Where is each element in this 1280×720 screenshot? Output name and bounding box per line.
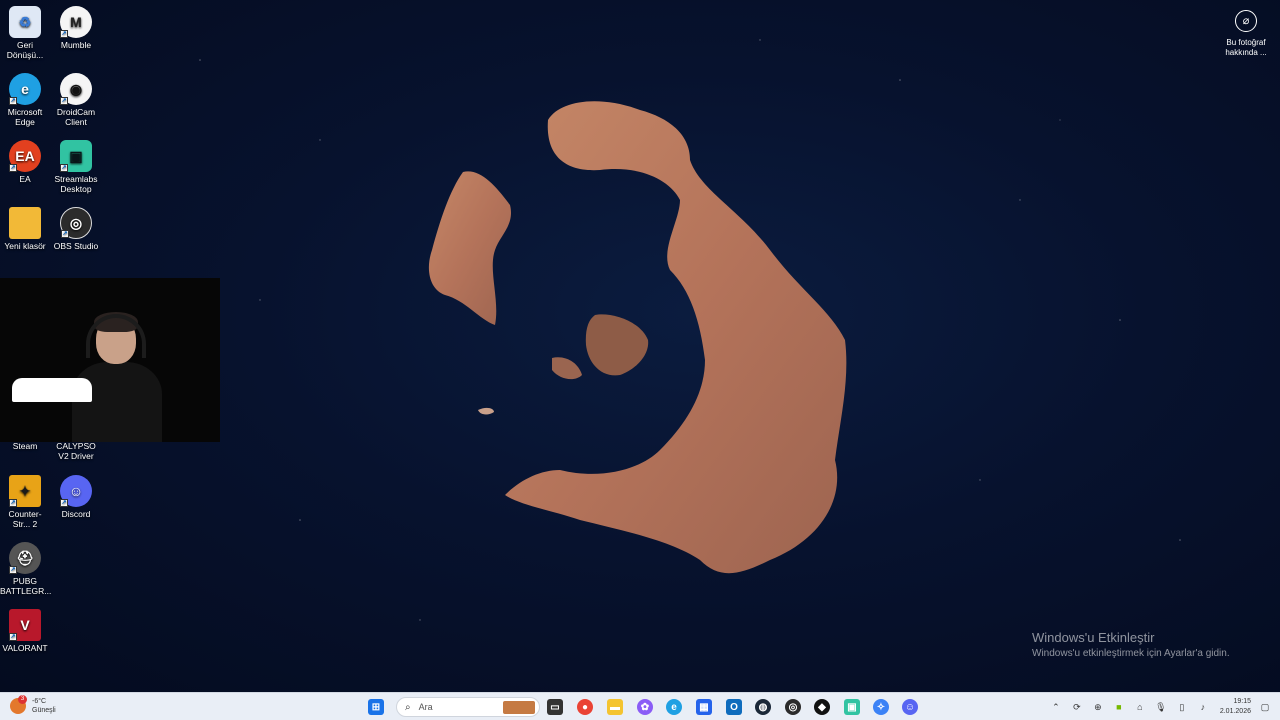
phone-icon[interactable]: ▯ [1175,700,1189,714]
about-photo-label: Bu fotoğraf hakkında ... [1225,38,1267,57]
desktop-icon-label: Mumble [60,40,92,50]
webcam-person-body [72,362,162,442]
sync-icon[interactable]: ⟳ [1070,700,1084,714]
desktop-icon-label: Yeni klasör [4,241,46,251]
desktop-icon-steam[interactable]: Steam [0,441,50,451]
chevron-up-icon[interactable]: ⌃ [1049,700,1063,714]
nvidia-icon[interactable]: ■ [1112,700,1126,714]
shortcut-arrow-icon: ↗ [9,97,17,105]
task-view-icon[interactable]: ▭ [547,699,563,715]
desktop-icon-label: Counter-Str... 2 [8,509,42,529]
desktop-icon-ea[interactable]: EA ↗ EA [0,140,50,184]
droidcam-icon: ◉ ↗ [60,73,92,105]
notification-badge: 3 [18,695,27,704]
watermark-title: Windows'u Etkinleştir [1032,630,1155,645]
desktop-icon-label: Streamlabs Desktop [54,174,98,194]
desktop-icon-valorant[interactable]: V ↗ VALORANT [0,609,50,653]
camera-info-icon: ⌀ [1235,10,1257,32]
pubg-icon: ⛑ ↗ [9,542,41,574]
search-highlight-image [503,701,535,714]
app-blue-icon[interactable]: ✧ [873,699,889,715]
desktop-icon-microsoft-edge[interactable]: e ↗ Microsoft Edge [0,73,50,127]
watermark-subtitle: Windows'u etkinleştirmek için Ayarlar'a … [1032,648,1230,659]
desktop-icon-label: Microsoft Edge [7,107,43,127]
desktop-icon-label: EA [19,174,31,184]
taskbar: 3 -6°C Güneşli ⊞ ⌕ Ara ▭ ● ▬ ✿ e ▦ O ◍ ◎… [0,692,1280,720]
app-tray-icon[interactable]: ⌂ [1133,700,1147,714]
obs-icon: ◎ ↗ [60,207,92,239]
desktop-icon-label: Discord [61,509,91,519]
shortcut-arrow-icon: ↗ [60,164,68,172]
desktop-icon-mumble[interactable]: M ↗ Mumble [51,6,101,50]
shortcut-arrow-icon: ↗ [60,499,68,507]
shortcut-arrow-icon: ↗ [9,633,17,641]
steam-taskbar-icon[interactable]: ◍ [755,699,771,715]
shortcut-arrow-icon: ↗ [9,164,17,172]
counter-strike-icon: ✦ ↗ [9,475,41,507]
desktop-icon-label: CALYPSO V2 Driver [56,441,96,461]
desktop-icon-calypso[interactable]: CALYPSO V2 Driver [51,441,101,461]
riot-icon[interactable]: ◆ [814,699,830,715]
desktop-icon-label: Geri Dönüşü... [6,40,44,60]
desktop-icon-new-folder[interactable]: Yeni klasör [0,207,50,251]
cat-sticker-icon [12,378,92,402]
webcam-overlay [0,278,220,442]
weather-widget[interactable]: 3 -6°C Güneşli [10,695,56,715]
copilot-icon[interactable]: ✿ [637,699,653,715]
desktop-icon-label: OBS Studio [53,241,99,251]
store-icon[interactable]: ▦ [696,699,712,715]
clock[interactable]: 19:15 2.01.2026 [1220,697,1251,717]
discord-icon: ☺ ↗ [60,475,92,507]
microphone-icon[interactable]: 🎙 [1154,700,1168,714]
notification-bell-icon[interactable]: ▢ [1258,700,1272,714]
shortcut-arrow-icon: ↗ [61,230,69,238]
obs-taskbar-icon[interactable]: ◎ [785,699,801,715]
desktop-icon-counter-strike[interactable]: ✦ ↗ Counter-Str... 2 [0,475,50,529]
mumble-icon: M ↗ [60,6,92,38]
chrome-icon[interactable]: ● [577,699,593,715]
recycle-bin-icon: ♻ [9,6,41,38]
outlook-icon[interactable]: O [726,699,742,715]
folder-icon [9,207,41,239]
about-photo-button[interactable]: ⌀ Bu fotoğraf hakkında ... [1224,10,1268,58]
weather-temp: -6°C [32,698,47,705]
streamlabs-taskbar-icon[interactable]: ▣ [844,699,860,715]
network-icon[interactable]: ⊕ [1091,700,1105,714]
shortcut-arrow-icon: ↗ [60,97,68,105]
weather-condition: Güneşli [32,707,56,714]
edge-taskbar-icon[interactable]: e [666,699,682,715]
system-tray: ⌃ ⟳ ⊕ ■ ⌂ 🎙 ▯ ♪ 19:15 2.01.2026 ▢ [1042,693,1272,720]
search-icon: ⌕ [405,701,411,713]
desktop-icon-label: VALORANT [2,643,48,653]
discord-taskbar-icon[interactable]: ☺ [902,699,918,715]
taskbar-search[interactable]: ⌕ Ara [396,697,540,717]
ea-icon: EA ↗ [9,140,41,172]
desktop-icon-label: PUBG BATTLEGR... [0,576,52,596]
sun-icon: 3 [10,695,27,714]
desktop-icon-discord[interactable]: ☺ ↗ Discord [51,475,101,519]
desktop-icon-obs-studio[interactable]: ◎ ↗ OBS Studio [51,207,101,251]
desktop-icon-recycle-bin[interactable]: ♻ Geri Dönüşü... [0,6,50,60]
speaker-icon[interactable]: ♪ [1196,700,1210,714]
streamlabs-icon: ▣ ↗ [60,140,92,172]
desktop-icon-pubg[interactable]: ⛑ ↗ PUBG BATTLEGR... [0,542,52,596]
start-icon[interactable]: ⊞ [368,699,384,715]
activate-windows-watermark: Windows'u Etkinleştir Windows'u etkinleş… [1032,630,1230,659]
valorant-icon: V ↗ [9,609,41,641]
desktop-icon-streamlabs[interactable]: ▣ ↗ Streamlabs Desktop [51,140,101,194]
desktop-icon-droidcam[interactable]: ◉ ↗ DroidCam Client [51,73,101,127]
search-placeholder: Ara [418,702,433,712]
desktop-icon-label: DroidCam Client [56,107,96,127]
shortcut-arrow-icon: ↗ [9,566,17,574]
file-explorer-icon[interactable]: ▬ [607,699,623,715]
shortcut-arrow-icon: ↗ [9,499,17,507]
shortcut-arrow-icon: ↗ [60,30,68,38]
desktop-icon-label: Steam [12,441,38,451]
clock-time: 19:15 [1233,698,1251,705]
clock-date: 2.01.2026 [1219,708,1251,715]
edge-icon: e ↗ [9,73,41,105]
